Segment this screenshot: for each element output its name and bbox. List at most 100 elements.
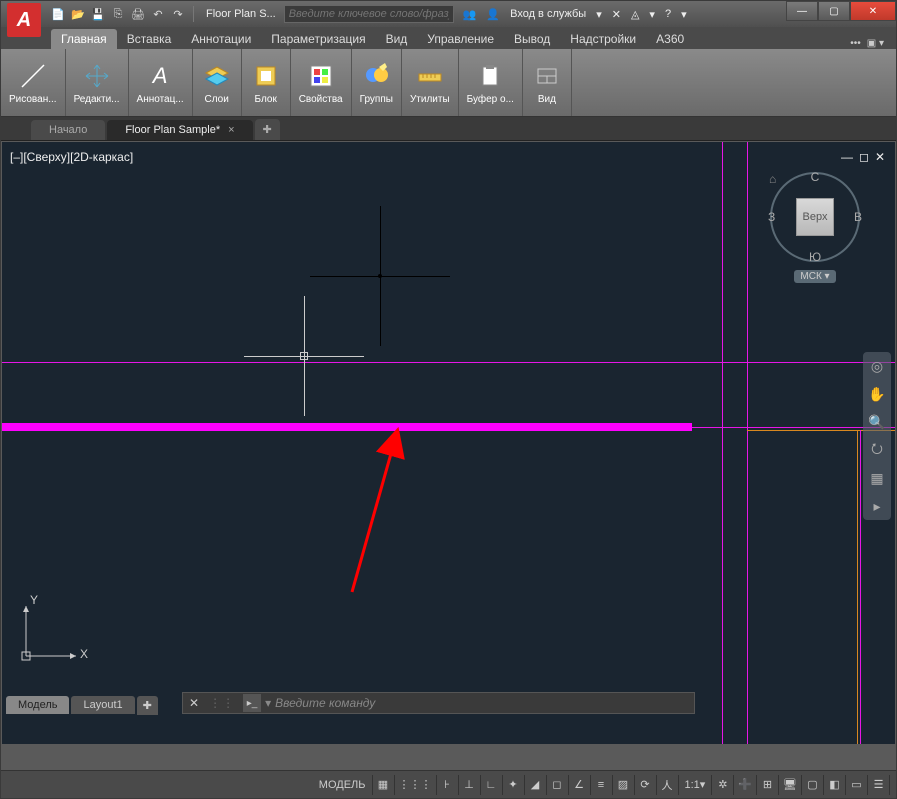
help-dropdown[interactable]: ▾ <box>646 8 658 21</box>
viewport-maximize[interactable]: ◻ <box>859 150 869 164</box>
status-model[interactable]: МОДЕЛЬ <box>313 775 373 795</box>
panel-label: Слои <box>205 94 229 105</box>
help-dropdown2[interactable]: ▾ <box>678 8 690 21</box>
status-ortho-icon[interactable]: ∟ <box>481 775 503 795</box>
status-iso2-icon[interactable]: ◧ <box>824 775 846 795</box>
cmdline-placeholder: Введите команду <box>275 696 375 710</box>
status-mon-icon[interactable]: 🖥 <box>779 775 802 795</box>
panel-layers[interactable]: Слои <box>193 49 242 116</box>
viewcube-coordsys[interactable]: МСК ▾ <box>794 270 835 283</box>
status-snap-icon[interactable]: ⋮⋮⋮ <box>395 775 437 795</box>
status-custom-icon[interactable]: ☰ <box>868 775 890 795</box>
clipboard-icon <box>474 60 506 92</box>
tab-insert[interactable]: Вставка <box>117 29 182 49</box>
nav-wheel-icon[interactable]: ◎ <box>867 356 887 376</box>
redo-icon[interactable]: ↷ <box>169 5 187 23</box>
tab-view[interactable]: Вид <box>376 29 418 49</box>
viewcube-top-face[interactable]: Верх <box>796 198 834 236</box>
status-anno2-icon[interactable]: ➕ <box>734 775 757 795</box>
dropdown-icon[interactable]: ▾ <box>593 8 605 21</box>
panel-annotation[interactable]: A Аннотац... <box>129 49 193 116</box>
status-bar: МОДЕЛЬ ▦ ⋮⋮⋮ ⊦ ⊥ ∟ ✦ ◢ ◻ ∠ ≡ ▨ ⟳ 人 1:1 ▾… <box>1 770 896 798</box>
new-icon[interactable]: 📄 <box>49 5 67 23</box>
viewport-close[interactable]: ✕ <box>875 150 885 164</box>
status-ws-icon[interactable]: ⊞ <box>757 775 779 795</box>
status-osnap-icon[interactable]: ◻ <box>547 775 569 795</box>
signin-icon[interactable]: 👤 <box>483 8 503 21</box>
tab-parametric[interactable]: Параметризация <box>261 29 375 49</box>
status-gear-icon[interactable]: ✲ <box>712 775 734 795</box>
cmdline-grip[interactable]: ⋮⋮ <box>205 696 239 710</box>
undo-icon[interactable]: ↶ <box>149 5 167 23</box>
titlebar: A 📄 📂 💾 ⎘ 🖨 ↶ ↷ Floor Plan S... 👥 👤 Вход… <box>1 1 896 27</box>
status-grid-icon[interactable]: ▦ <box>373 775 395 795</box>
open-icon[interactable]: 📂 <box>69 5 87 23</box>
status-cycle-icon[interactable]: ⟳ <box>635 775 657 795</box>
viewcube-east[interactable]: В <box>854 210 862 224</box>
drawing-area[interactable]: [–][Сверху][2D-каркас] — ◻ ✕ <box>2 142 895 744</box>
plot-icon[interactable]: 🖨 <box>129 5 147 23</box>
help-icon[interactable]: ? <box>662 8 674 20</box>
status-clean-icon[interactable]: ▭ <box>846 775 868 795</box>
status-polar-icon[interactable]: ✦ <box>503 775 525 795</box>
saveas-icon[interactable]: ⎘ <box>109 5 127 23</box>
tab-add[interactable]: ✚ <box>255 119 280 140</box>
tab-file[interactable]: Floor Plan Sample* <box>107 120 252 140</box>
viewport-label[interactable]: [–][Сверху][2D-каркас] <box>10 150 133 164</box>
tab-manage[interactable]: Управление <box>417 29 504 49</box>
tab-addins[interactable]: Надстройки <box>560 29 646 49</box>
maximize-button[interactable]: ▢ <box>818 1 850 21</box>
close-button[interactable]: ✕ <box>850 1 896 21</box>
panel-draw[interactable]: Рисован... <box>1 49 66 116</box>
status-iso-icon[interactable]: ◢ <box>525 775 547 795</box>
signin-label[interactable]: Вход в службы <box>507 8 589 20</box>
tab-a360[interactable]: A360 <box>646 29 694 49</box>
viewcube-west[interactable]: З <box>768 210 775 224</box>
viewport-minimize[interactable]: — <box>841 150 853 164</box>
a360-icon[interactable]: ◬ <box>628 8 642 21</box>
viewcube[interactable]: ⌂ С Ю В З Верх МСК ▾ <box>765 172 865 302</box>
status-scale[interactable]: 1:1 ▾ <box>679 775 713 795</box>
exchange-icon[interactable]: ✕ <box>609 8 624 21</box>
nav-pan-icon[interactable]: ✋ <box>867 384 887 404</box>
status-dyn-icon[interactable]: ⊥ <box>459 775 481 795</box>
save-icon[interactable]: 💾 <box>89 5 107 23</box>
ribbon-collapse[interactable]: ••• ▣ ▾ <box>850 38 884 49</box>
panel-properties[interactable]: Свойства <box>291 49 352 116</box>
tab-model[interactable]: Модель <box>6 696 69 714</box>
tab-annotate[interactable]: Аннотации <box>181 29 261 49</box>
status-lwt-icon[interactable]: ≡ <box>591 775 613 795</box>
search-input[interactable] <box>284 5 454 23</box>
nav-zoom-icon[interactable]: 🔍 <box>867 412 887 432</box>
viewcube-south[interactable]: Ю <box>809 250 821 264</box>
nav-expand-icon[interactable]: ▸ <box>867 496 887 516</box>
viewcube-ring[interactable]: С Ю В З Верх <box>770 172 860 262</box>
tab-home[interactable]: Главная <box>51 29 117 49</box>
panel-view[interactable]: Вид <box>523 49 572 116</box>
viewcube-home-icon[interactable]: ⌂ <box>769 172 776 186</box>
tab-output[interactable]: Вывод <box>504 29 560 49</box>
infocenter-icon[interactable]: 👥 <box>460 8 480 21</box>
status-hw-icon[interactable]: ▢ <box>802 775 824 795</box>
viewcube-north[interactable]: С <box>811 170 820 184</box>
tab-add-layout[interactable]: ✚ <box>137 696 158 715</box>
panel-groups[interactable]: Группы <box>352 49 402 116</box>
cmdline-close-icon[interactable]: ✕ <box>183 696 205 710</box>
nav-showmotion-icon[interactable]: ▦ <box>867 468 887 488</box>
tab-start[interactable]: Начало <box>31 120 105 140</box>
panel-utilities[interactable]: Утилиты <box>402 49 459 116</box>
panel-modify[interactable]: Редакти... <box>66 49 129 116</box>
status-infer-icon[interactable]: ⊦ <box>437 775 459 795</box>
command-line[interactable]: ✕ ⋮⋮ ▸_ ▾ Введите команду <box>182 692 695 714</box>
status-otrack-icon[interactable]: ∠ <box>569 775 591 795</box>
panel-block[interactable]: Блок <box>242 49 291 116</box>
nav-orbit-icon[interactable]: ⭮ <box>867 440 887 460</box>
status-trans-icon[interactable]: ▨ <box>613 775 635 795</box>
collapse-icon[interactable]: ▣ ▾ <box>867 38 884 49</box>
minimize-button[interactable]: — <box>786 1 818 21</box>
ucs-icon[interactable]: X Y <box>16 601 86 674</box>
panel-clipboard[interactable]: Буфер о... <box>459 49 523 116</box>
app-logo[interactable]: A <box>7 3 41 37</box>
status-annoscale-icon[interactable]: 人 <box>657 775 679 795</box>
tab-layout1[interactable]: Layout1 <box>71 696 134 714</box>
